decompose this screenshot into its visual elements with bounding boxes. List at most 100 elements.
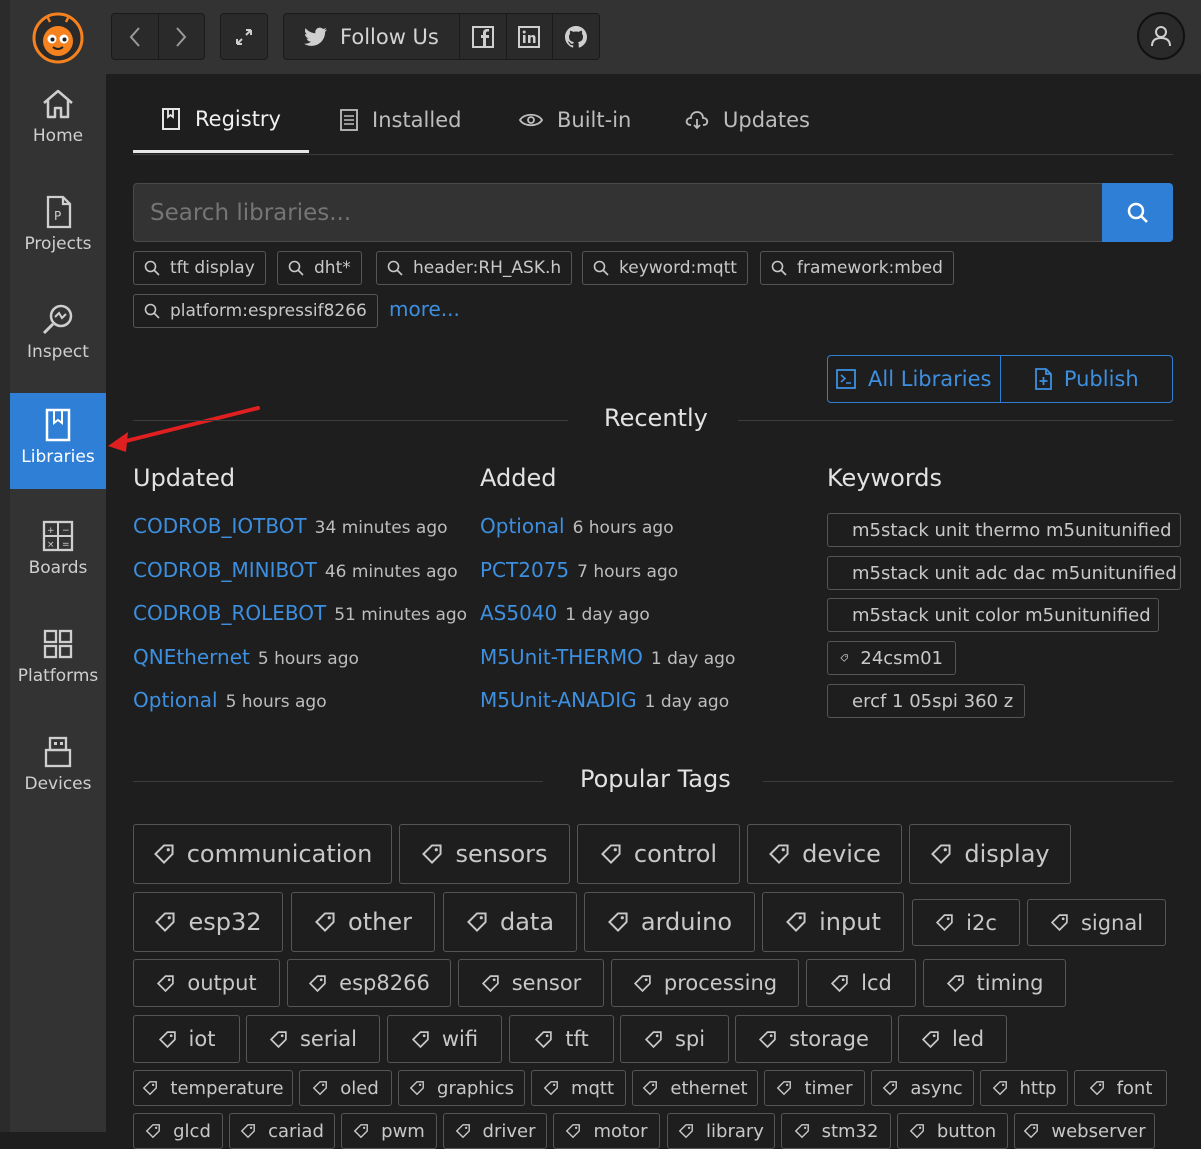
popular-tag[interactable]: mqtt <box>531 1070 626 1106</box>
tab-label: Installed <box>372 108 462 132</box>
sidebar-item-inspect[interactable]: Inspect <box>10 288 106 384</box>
tag-icon <box>678 1124 693 1139</box>
popular-tag[interactable]: iot <box>133 1015 240 1063</box>
popular-tag[interactable]: temperature <box>133 1070 293 1106</box>
keywords-title: Keywords <box>827 464 943 492</box>
sidebar-item-boards[interactable]: + − × = Boards <box>10 504 106 600</box>
popular-tag[interactable]: async <box>871 1070 974 1106</box>
sidebar-item-label: Home <box>32 126 84 146</box>
library-link[interactable]: Optional <box>133 688 218 712</box>
chip-label: tft display <box>170 258 255 278</box>
popular-tag[interactable]: wifi <box>387 1015 502 1063</box>
popular-tag[interactable]: esp32 <box>133 892 283 952</box>
platformio-logo[interactable] <box>24 10 86 66</box>
tab-updates[interactable]: Updates <box>685 88 810 152</box>
popular-tag[interactable]: ethernet <box>632 1070 758 1106</box>
quick-search-chip[interactable]: tft display <box>133 251 266 285</box>
popular-tag[interactable]: webserver <box>1014 1113 1155 1149</box>
sidebar-item-projects[interactable]: P Projects <box>10 180 106 276</box>
follow-us-button[interactable]: Follow Us <box>284 14 459 59</box>
popular-tag[interactable]: sensors <box>399 824 570 884</box>
all-libraries-button[interactable]: All Libraries <box>828 356 1000 402</box>
quick-search-chip[interactable]: dht* <box>277 251 362 285</box>
popular-tag[interactable]: driver <box>443 1113 547 1149</box>
popular-tag[interactable]: serial <box>246 1015 380 1063</box>
popular-tag[interactable]: input <box>762 892 904 952</box>
popular-tag[interactable]: other <box>291 892 435 952</box>
keyword-chip[interactable]: m5stack unit thermo m5unitunified <box>827 513 1181 547</box>
popular-tag[interactable]: pwm <box>341 1113 437 1149</box>
popular-tag[interactable]: stm32 <box>781 1113 891 1149</box>
sidebar-item-devices[interactable]: Devices <box>10 720 106 816</box>
library-link[interactable]: PCT2075 <box>480 558 569 582</box>
linkedin-button[interactable] <box>507 25 553 48</box>
updated-library-item: CODROB_IOTBOT 34 minutes ago <box>133 514 448 538</box>
sidebar-item-home[interactable]: Home <box>10 72 106 168</box>
tab-installed[interactable]: Installed <box>340 88 461 152</box>
more-link[interactable]: more... <box>389 297 460 321</box>
github-icon <box>565 25 588 48</box>
library-link[interactable]: Optional <box>480 514 565 538</box>
fullscreen-button[interactable] <box>220 13 268 60</box>
popular-tag[interactable]: oled <box>299 1070 392 1106</box>
popular-tag[interactable]: timer <box>764 1070 865 1106</box>
forward-button[interactable] <box>159 26 205 48</box>
search-input[interactable] <box>133 183 1103 242</box>
popular-tag[interactable]: lcd <box>806 959 916 1007</box>
popular-tag[interactable]: storage <box>735 1015 892 1063</box>
popular-tag[interactable]: tft <box>509 1015 614 1063</box>
popular-tag[interactable]: i2c <box>912 899 1020 946</box>
popular-tag[interactable]: graphics <box>398 1070 525 1106</box>
popular-tag[interactable]: motor <box>553 1113 660 1149</box>
library-time: 5 hours ago <box>225 692 327 712</box>
quick-search-chip[interactable]: keyword:mqtt <box>582 251 748 285</box>
publish-button[interactable]: Publish <box>1001 356 1173 402</box>
popular-tag[interactable]: communication <box>133 824 392 884</box>
popular-tag[interactable]: control <box>577 824 740 884</box>
library-link[interactable]: M5Unit-THERMO <box>480 645 643 669</box>
popular-tag[interactable]: arduino <box>584 892 755 952</box>
tag-icon <box>794 1124 809 1139</box>
popular-tag[interactable]: processing <box>611 959 799 1007</box>
search-button[interactable] <box>1102 183 1173 242</box>
library-link[interactable]: QNEthernet <box>133 645 250 669</box>
keyword-chip[interactable]: m5stack unit adc dac m5unitunified <box>827 556 1181 590</box>
back-button[interactable] <box>112 26 158 48</box>
popular-tag[interactable]: timing <box>923 959 1066 1007</box>
quick-search-chip[interactable]: platform:espressif8266 <box>133 294 378 328</box>
library-link[interactable]: M5Unit-ANADIG <box>480 688 637 712</box>
quick-search-chip[interactable]: framework:mbed <box>760 251 954 285</box>
popular-tag[interactable]: spi <box>620 1015 729 1063</box>
popular-tag[interactable]: button <box>897 1113 1008 1149</box>
keyword-chip[interactable]: 24csm01 <box>827 641 956 675</box>
popular-tag[interactable]: data <box>443 892 577 952</box>
keyword-chip[interactable]: ercf 1 05spi 360 z <box>827 684 1025 718</box>
library-link[interactable]: CODROB_MINIBOT <box>133 558 317 582</box>
tab-registry[interactable]: Registry <box>133 88 309 153</box>
popular-tag[interactable]: glcd <box>133 1113 223 1149</box>
popular-tag[interactable]: sensor <box>458 959 604 1007</box>
sidebar-item-platforms[interactable]: Platforms <box>10 612 106 708</box>
library-link[interactable]: CODROB_IOTBOT <box>133 514 307 538</box>
popular-tag[interactable]: led <box>898 1015 1007 1063</box>
popular-tag[interactable]: http <box>980 1070 1068 1106</box>
library-link[interactable]: CODROB_ROLEBOT <box>133 601 326 625</box>
popular-tag[interactable]: output <box>133 959 280 1007</box>
quick-search-chip[interactable]: header:RH_ASK.h <box>376 251 573 285</box>
tab-built-in[interactable]: Built-in <box>519 88 631 152</box>
popular-tag[interactable]: cariad <box>229 1113 335 1149</box>
github-button[interactable] <box>553 25 599 49</box>
library-link[interactable]: AS5040 <box>480 601 557 625</box>
keyword-chip[interactable]: m5stack unit color m5unitunified <box>827 598 1159 632</box>
popular-tag[interactable]: library <box>667 1113 775 1149</box>
popular-tag-label: tft <box>565 1027 589 1051</box>
popular-tag[interactable]: font <box>1074 1070 1167 1106</box>
library-time: 1 day ago <box>650 649 736 669</box>
popular-tag[interactable]: display <box>909 824 1071 884</box>
popular-tag[interactable]: esp8266 <box>287 959 451 1007</box>
popular-tag[interactable]: device <box>747 824 902 884</box>
facebook-button[interactable] <box>460 25 506 48</box>
popular-tag[interactable]: signal <box>1027 899 1166 946</box>
sidebar-item-libraries[interactable]: Libraries <box>10 393 106 489</box>
account-button[interactable] <box>1137 12 1185 60</box>
